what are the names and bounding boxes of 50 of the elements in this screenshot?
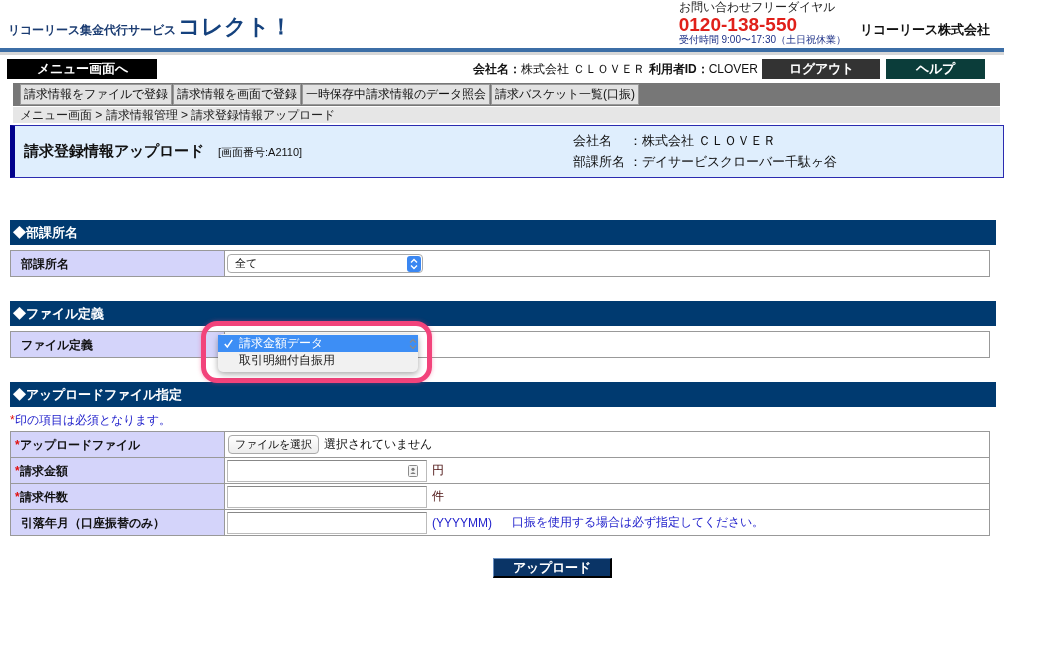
field-label: 部課所名: [21, 257, 69, 271]
required-note: *印の項目は必須となります。: [10, 413, 171, 428]
unit-text: 円: [432, 462, 444, 479]
company-name: リコーリース株式会社: [860, 21, 990, 39]
phone-number: 0120-138-550: [678, 15, 798, 34]
logo-text: コレクト！: [178, 13, 292, 41]
field-label: 引落年月（口座振替のみ）: [21, 516, 165, 530]
user-id-label: 利用者ID：: [648, 60, 709, 78]
nav-tab[interactable]: 請求情報を画面で登録: [173, 84, 301, 105]
section-header: ◆部課所名: [10, 220, 996, 245]
breadcrumb: メニュー画面 > 請求情報管理 > 請求登録情報アップロード: [20, 107, 336, 123]
hours-text: 受付時間 9:00〜17:30（土日祝休業）: [678, 34, 846, 46]
info-label: 会社名: [573, 132, 613, 150]
text-input-field[interactable]: [227, 485, 427, 508]
text-input-field[interactable]: [227, 511, 427, 534]
department-select[interactable]: 全て: [227, 254, 423, 273]
updown-chevron-icon: [409, 338, 417, 350]
updown-chevron-icon: [407, 255, 421, 272]
logout-button[interactable]: ログアウト: [762, 59, 880, 79]
dropdown-option[interactable]: 取引明細付自振用: [218, 352, 418, 369]
contact-card-icon: [408, 464, 418, 477]
company-label: 会社名：: [473, 60, 522, 78]
check-icon: [224, 339, 233, 348]
choose-file-button[interactable]: ファイルを選択: [228, 435, 319, 454]
info-label: 部課所名: [573, 153, 626, 171]
text-input-field[interactable]: [227, 459, 427, 482]
help-button[interactable]: ヘルプ: [886, 59, 985, 79]
section-header: ◆アップロードファイル指定: [10, 382, 996, 407]
screen-number: [画面番号:A2110]: [218, 145, 303, 160]
info-value: ：デイサービスクローバー千駄ヶ谷: [628, 153, 837, 171]
field-label: *請求金額: [15, 464, 68, 478]
user-id-value: CLOVER: [708, 62, 758, 76]
field-label: ファイル定義: [21, 338, 93, 352]
unit-text: 件: [432, 488, 444, 505]
section-header: ◆ファイル定義: [10, 301, 996, 326]
upload-button[interactable]: アップロード: [493, 558, 612, 578]
info-value: ：株式会社 ＣＬＯＶＥＲ: [628, 132, 776, 150]
page-title: 請求登録情報アップロード: [24, 142, 204, 161]
company-value: 株式会社 ＣＬＯＶＥＲ: [521, 60, 645, 78]
format-hint: (YYYYMM): [432, 515, 492, 530]
input-hint: 口振を使用する場合は必ず指定してください。: [512, 514, 764, 531]
phone-caption: お問い合わせフリーダイヤル: [678, 1, 835, 15]
nav-tab[interactable]: 一時保存中請求情報のデータ照会: [302, 84, 490, 105]
menu-button[interactable]: メニュー画面へ: [7, 59, 157, 79]
field-label: *アップロードファイル: [15, 438, 140, 452]
nav-tab[interactable]: 請求バスケット一覧(口振): [491, 84, 639, 105]
file-status-text: 選択されていません: [324, 436, 432, 453]
field-label: *請求件数: [15, 490, 68, 504]
service-label: リコーリース集金代行サービス: [8, 23, 176, 39]
nav-tab[interactable]: 請求情報をファイルで登録: [20, 84, 172, 105]
